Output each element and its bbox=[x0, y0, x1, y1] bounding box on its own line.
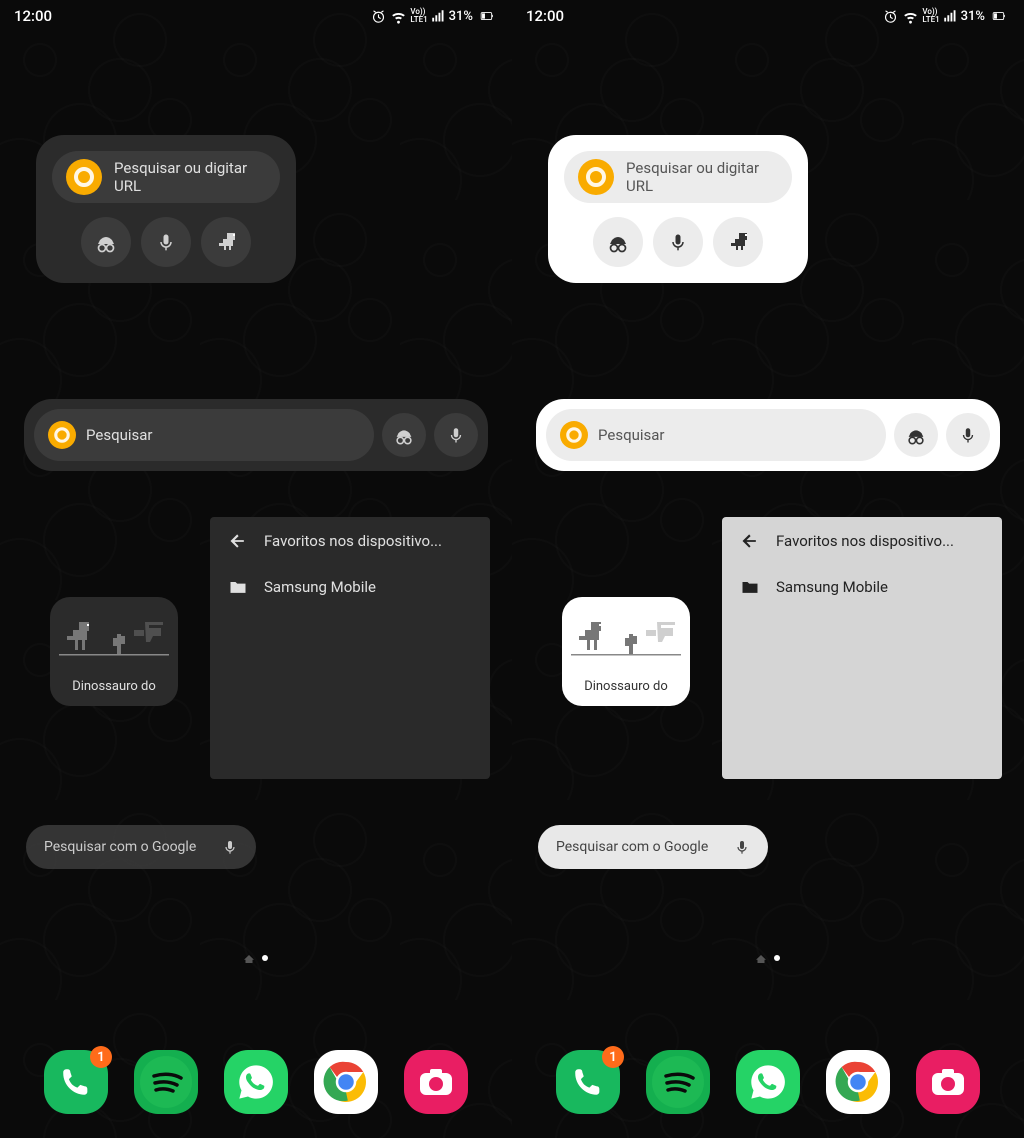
back-icon[interactable] bbox=[740, 531, 760, 551]
volte-indicator: Vo))LTE1 bbox=[410, 8, 427, 24]
search-placeholder: Pesquisar bbox=[598, 426, 665, 444]
home-screen-light: 12:00 Vo))LTE1 31% Pesquisar ou digitar … bbox=[512, 0, 1024, 1138]
bookmarks-title: Favoritos nos dispositivo... bbox=[776, 532, 954, 550]
dino-widget-label: Dinossauro do bbox=[584, 679, 668, 694]
page-indicator bbox=[512, 955, 1024, 963]
status-bar: 12:00 Vo))LTE1 31% bbox=[512, 0, 1024, 32]
chrome-search-bar-widget[interactable]: Pesquisar bbox=[24, 399, 488, 471]
incognito-button[interactable] bbox=[593, 217, 643, 267]
battery-pct: 31% bbox=[449, 9, 473, 24]
chrome-icon bbox=[48, 421, 76, 449]
bookmarks-header[interactable]: Favoritos nos dispositivo... bbox=[740, 531, 984, 551]
chrome-app[interactable] bbox=[826, 1050, 890, 1114]
google-search-pill[interactable]: Pesquisar com o Google bbox=[26, 825, 256, 869]
chrome-search-widget[interactable]: Pesquisar ou digitar URL bbox=[548, 135, 808, 283]
mic-icon[interactable] bbox=[222, 838, 238, 856]
whatsapp-app[interactable] bbox=[224, 1050, 288, 1114]
back-icon[interactable] bbox=[228, 531, 248, 551]
folder-icon bbox=[228, 577, 248, 597]
search-input[interactable]: Pesquisar bbox=[34, 409, 374, 461]
spotify-app[interactable] bbox=[134, 1050, 198, 1114]
chrome-search-placeholder: Pesquisar ou digitar URL bbox=[626, 159, 778, 195]
incognito-button[interactable] bbox=[81, 217, 131, 267]
phone-badge: 1 bbox=[602, 1046, 624, 1068]
camera-app[interactable] bbox=[404, 1050, 468, 1114]
chrome-icon bbox=[66, 159, 102, 195]
dino-game-button[interactable] bbox=[201, 217, 251, 267]
chrome-widget-actions bbox=[52, 217, 280, 267]
search-placeholder: Pesquisar bbox=[86, 426, 153, 444]
chrome-widget-actions bbox=[564, 217, 792, 267]
dock: 1 bbox=[512, 1050, 1024, 1114]
chrome-search-bar[interactable]: Pesquisar ou digitar URL bbox=[52, 151, 280, 203]
bookmark-folder-item[interactable]: Samsung Mobile bbox=[228, 577, 472, 597]
mic-icon[interactable] bbox=[734, 838, 750, 856]
bookmark-folder-label: Samsung Mobile bbox=[264, 578, 376, 596]
google-search-placeholder: Pesquisar com o Google bbox=[44, 839, 196, 855]
dino-scene-icon bbox=[59, 607, 169, 663]
status-bar: 12:00 Vo))LTE1 31% bbox=[0, 0, 512, 32]
voice-search-button[interactable] bbox=[141, 217, 191, 267]
bookmark-folder-item[interactable]: Samsung Mobile bbox=[740, 577, 984, 597]
alarm-icon bbox=[882, 8, 899, 25]
home-page-dot[interactable] bbox=[244, 955, 254, 963]
chrome-icon bbox=[560, 421, 588, 449]
bookmarks-widget[interactable]: Favoritos nos dispositivo... Samsung Mob… bbox=[210, 517, 490, 779]
signal-icon bbox=[431, 9, 446, 24]
voice-search-button[interactable] bbox=[653, 217, 703, 267]
home-page-dot[interactable] bbox=[756, 955, 766, 963]
dock: 1 bbox=[0, 1050, 512, 1114]
page-dot[interactable] bbox=[774, 955, 780, 961]
phone-badge: 1 bbox=[90, 1046, 112, 1068]
bookmark-folder-label: Samsung Mobile bbox=[776, 578, 888, 596]
status-icons: Vo))LTE1 31% bbox=[370, 8, 498, 25]
dino-widget-label: Dinossauro do bbox=[72, 679, 156, 694]
voice-search-button[interactable] bbox=[946, 413, 990, 457]
chrome-search-bar[interactable]: Pesquisar ou digitar URL bbox=[564, 151, 792, 203]
chrome-search-bar-widget[interactable]: Pesquisar bbox=[536, 399, 1000, 471]
dino-game-widget[interactable]: Dinossauro do bbox=[562, 597, 690, 706]
phone-app[interactable]: 1 bbox=[44, 1050, 108, 1114]
battery-icon bbox=[476, 9, 498, 23]
dino-game-button[interactable] bbox=[713, 217, 763, 267]
incognito-button[interactable] bbox=[382, 413, 426, 457]
google-search-placeholder: Pesquisar com o Google bbox=[556, 839, 708, 855]
chrome-icon bbox=[578, 159, 614, 195]
chrome-app[interactable] bbox=[314, 1050, 378, 1114]
search-input[interactable]: Pesquisar bbox=[546, 409, 886, 461]
wifi-icon bbox=[902, 8, 919, 25]
spotify-app[interactable] bbox=[646, 1050, 710, 1114]
phone-app[interactable]: 1 bbox=[556, 1050, 620, 1114]
dino-scene-icon bbox=[571, 607, 681, 663]
battery-pct: 31% bbox=[961, 9, 985, 24]
bookmarks-widget[interactable]: Favoritos nos dispositivo... Samsung Mob… bbox=[722, 517, 1002, 779]
volte-indicator: Vo))LTE1 bbox=[922, 8, 939, 24]
chrome-search-placeholder: Pesquisar ou digitar URL bbox=[114, 159, 266, 195]
incognito-button[interactable] bbox=[894, 413, 938, 457]
camera-app[interactable] bbox=[916, 1050, 980, 1114]
google-search-pill[interactable]: Pesquisar com o Google bbox=[538, 825, 768, 869]
chrome-search-widget[interactable]: Pesquisar ou digitar URL bbox=[36, 135, 296, 283]
page-indicator bbox=[0, 955, 512, 963]
status-icons: Vo))LTE1 31% bbox=[882, 8, 1010, 25]
voice-search-button[interactable] bbox=[434, 413, 478, 457]
home-screen-dark: 12:00 Vo))LTE1 31% Pesquisar ou digitar … bbox=[0, 0, 512, 1138]
status-time: 12:00 bbox=[14, 7, 52, 25]
page-dot[interactable] bbox=[262, 955, 268, 961]
battery-icon bbox=[988, 9, 1010, 23]
bookmarks-title: Favoritos nos dispositivo... bbox=[264, 532, 442, 550]
folder-icon bbox=[740, 577, 760, 597]
signal-icon bbox=[943, 9, 958, 24]
status-time: 12:00 bbox=[526, 7, 564, 25]
dino-game-widget[interactable]: Dinossauro do bbox=[50, 597, 178, 706]
bookmarks-header[interactable]: Favoritos nos dispositivo... bbox=[228, 531, 472, 551]
wifi-icon bbox=[390, 8, 407, 25]
whatsapp-app[interactable] bbox=[736, 1050, 800, 1114]
alarm-icon bbox=[370, 8, 387, 25]
